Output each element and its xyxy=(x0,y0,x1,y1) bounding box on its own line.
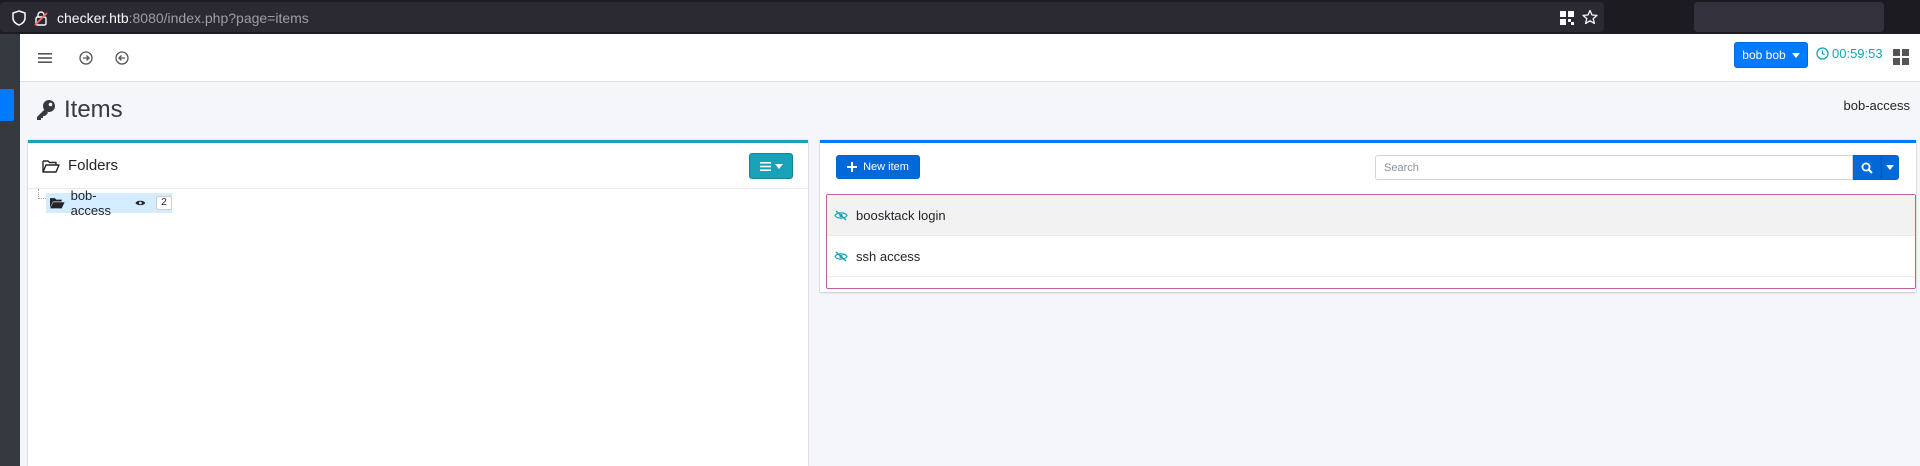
item-label: ssh access xyxy=(856,248,921,264)
eye-slash-icon xyxy=(834,210,848,220)
address-bar[interactable]: checker.htb:8080/index.php?page=items xyxy=(0,2,1604,32)
caret-down-icon xyxy=(1886,165,1894,170)
eye-icon xyxy=(135,200,146,206)
search-options-dropdown[interactable] xyxy=(1881,155,1899,180)
user-menu-label: bob bob xyxy=(1742,48,1786,62)
user-menu-button[interactable]: bob bob xyxy=(1734,42,1808,68)
shield-icon[interactable] xyxy=(12,10,26,26)
items-list: boosktack login ssh access xyxy=(826,194,1916,289)
folders-title-text: Folders xyxy=(68,157,119,174)
url-text: checker.htb:8080/index.php?page=items xyxy=(57,10,309,26)
list-item[interactable]: boosktack login xyxy=(827,195,1915,236)
qr-code-icon[interactable] xyxy=(1560,11,1574,25)
list-icon xyxy=(759,161,771,171)
new-item-label: New item xyxy=(863,161,909,173)
plus-icon xyxy=(847,162,858,172)
session-timer[interactable]: 00:59:53 xyxy=(1816,46,1883,61)
folder-open-icon xyxy=(50,198,65,209)
search-icon xyxy=(1861,162,1873,174)
top-navbar: bob bob 00:59:53 xyxy=(20,34,1920,82)
folder-open-icon xyxy=(42,159,60,173)
tree-node-label: bob-access xyxy=(70,188,112,218)
hamburger-menu-icon[interactable] xyxy=(34,47,56,69)
search-button[interactable] xyxy=(1853,155,1881,180)
tree-node-bob-access[interactable]: bob-access 2 xyxy=(46,188,172,218)
breadcrumb: bob-access xyxy=(1843,98,1910,113)
url-path: :8080/index.php?page=items xyxy=(128,10,309,26)
folders-header: Folders xyxy=(28,143,808,189)
search-input[interactable] xyxy=(1375,155,1853,180)
folders-menu-button[interactable] xyxy=(749,153,793,179)
item-label: boosktack login xyxy=(856,207,946,223)
main-sidebar xyxy=(0,34,20,466)
clock-icon xyxy=(1816,47,1829,60)
list-item[interactable]: ssh access xyxy=(827,236,1915,277)
arrow-circle-left-icon[interactable] xyxy=(111,47,133,69)
folder-tree: bob-access 2 xyxy=(28,188,808,449)
caret-down-icon xyxy=(1791,52,1800,58)
session-timer-value: 00:59:53 xyxy=(1832,46,1883,61)
key-icon xyxy=(37,100,55,120)
apps-grid-icon[interactable] xyxy=(1892,48,1910,66)
folders-panel: Folders bob-access 2 xyxy=(28,140,808,466)
folders-title: Folders xyxy=(42,157,118,174)
bookmark-star-icon[interactable] xyxy=(1582,9,1598,25)
item-count-badge: 2 xyxy=(156,196,172,210)
eye-slash-icon xyxy=(834,251,848,261)
browser-extension-area xyxy=(1694,2,1884,32)
page-title: Items xyxy=(34,96,123,124)
sidebar-active-item[interactable] xyxy=(0,89,14,121)
items-panel: New item boosktack login ssh access xyxy=(820,140,1916,292)
content-header: Items bob-access xyxy=(20,82,1920,140)
page-title-text: Items xyxy=(64,96,123,123)
caret-down-icon xyxy=(774,163,783,169)
url-host: checker.htb xyxy=(57,10,129,26)
lock-insecure-icon[interactable] xyxy=(34,10,48,26)
new-item-button[interactable]: New item xyxy=(836,155,920,179)
items-toolbar: New item xyxy=(820,143,1916,185)
browser-toolbar: checker.htb:8080/index.php?page=items xyxy=(0,0,1920,34)
arrow-circle-right-icon[interactable] xyxy=(75,47,97,69)
